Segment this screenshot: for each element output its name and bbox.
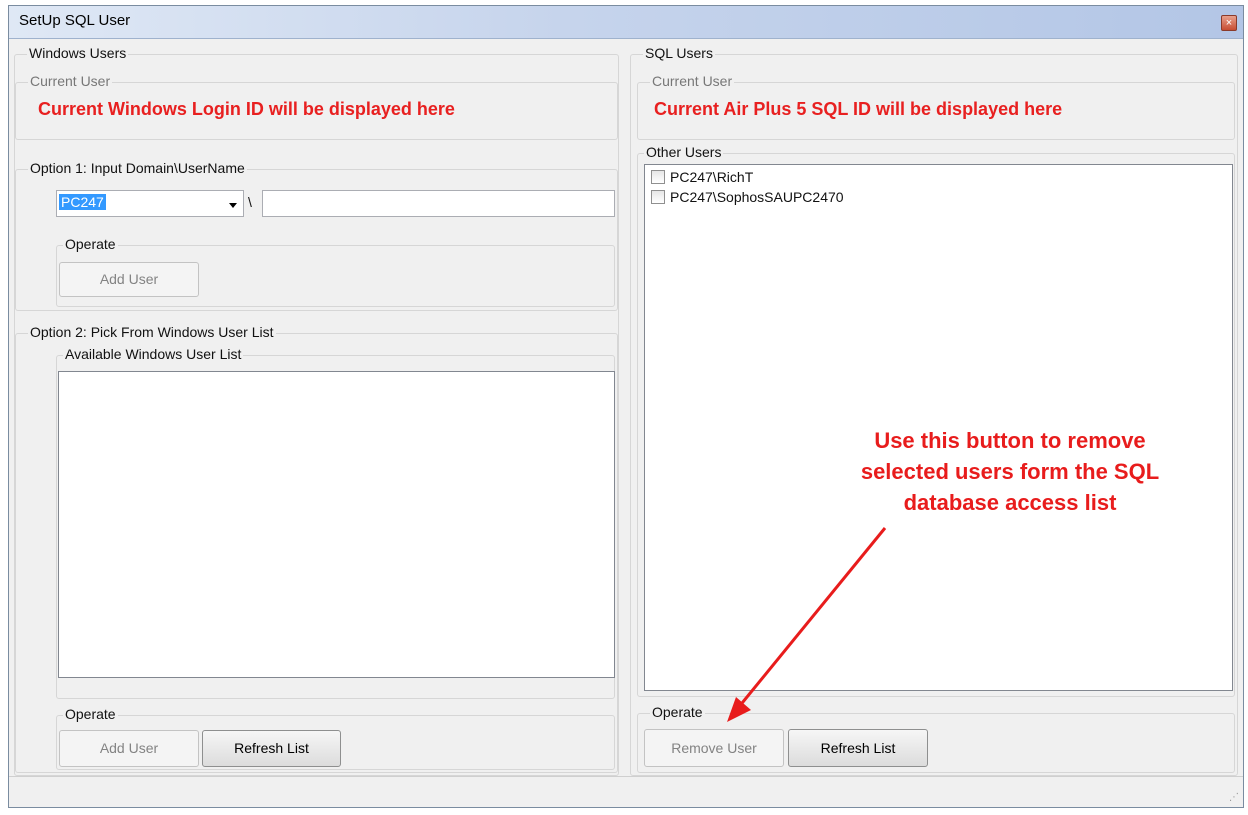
windows-current-user-group: Current User Current Windows Login ID wi… <box>15 73 618 140</box>
add-user-from-list-button[interactable]: Add User <box>59 730 199 767</box>
domain-value: PC247 <box>59 194 106 210</box>
chevron-down-icon[interactable] <box>229 203 237 208</box>
option2-label: Option 2: Pick From Windows User List <box>28 324 276 340</box>
username-input[interactable] <box>262 190 615 217</box>
sql-id-text: Current Air Plus 5 SQL ID will be displa… <box>654 99 1063 119</box>
status-bar: ⋰ <box>9 776 1243 807</box>
sql-current-user-label: Current User <box>650 73 735 89</box>
annotation-line: selected users form the SQL <box>860 459 1160 484</box>
other-users-label: Other Users <box>644 144 724 160</box>
add-user-button[interactable]: Add User <box>59 262 199 297</box>
annotation-callout: Use this button to remove selected users… <box>800 425 1220 518</box>
annotation-line: Use this button to remove <box>874 428 1146 453</box>
windows-user-listbox[interactable] <box>58 371 615 678</box>
domain-combobox[interactable]: PC247 <box>56 190 244 217</box>
refresh-sql-list-button[interactable]: Refresh List <box>788 729 928 767</box>
setup-sql-user-dialog: SetUp SQL User × Windows Users Current U… <box>8 5 1244 808</box>
sql-operate-label: Operate <box>650 704 705 720</box>
list-item[interactable]: PC247\RichT <box>651 169 753 189</box>
list-item[interactable]: PC247\SophosSAUPC2470 <box>651 189 844 209</box>
sql-users-group: SQL Users Current User Current Air Plus … <box>630 45 1238 776</box>
windows-users-label: Windows Users <box>27 45 129 61</box>
resize-grip-icon[interactable]: ⋰ <box>1229 793 1239 803</box>
option1-operate-group: Operate Add User <box>56 236 615 307</box>
windows-login-id-text: Current Windows Login ID will be display… <box>38 99 455 119</box>
domain-separator: \ <box>248 194 252 210</box>
title-bar[interactable]: SetUp SQL User × <box>9 6 1243 39</box>
checkbox[interactable] <box>651 170 665 184</box>
close-icon: × <box>1225 17 1233 29</box>
option2-group: Option 2: Pick From Windows User List Av… <box>15 324 618 773</box>
option1-operate-label: Operate <box>63 236 118 252</box>
option2-operate-group: Operate Add User Refresh List <box>56 706 615 770</box>
checkbox[interactable] <box>651 190 665 204</box>
list-item-label: PC247\RichT <box>670 169 754 185</box>
option2-operate-label: Operate <box>63 706 118 722</box>
list-item-label: PC247\SophosSAUPC2470 <box>670 189 844 205</box>
sql-operate-group: Operate Remove User Refresh List <box>637 704 1235 773</box>
option1-group: Option 1: Input Domain\UserName PC247 \ … <box>15 160 618 311</box>
remove-user-button[interactable]: Remove User <box>644 729 784 767</box>
window-title: SetUp SQL User <box>19 12 131 29</box>
available-users-group: Available Windows User List <box>56 346 615 699</box>
available-users-label: Available Windows User List <box>63 346 244 362</box>
sql-current-user-group: Current User Current Air Plus 5 SQL ID w… <box>637 73 1235 140</box>
refresh-windows-list-button[interactable]: Refresh List <box>202 730 341 767</box>
sql-users-label: SQL Users <box>643 45 715 61</box>
windows-users-group: Windows Users Current User Current Windo… <box>14 45 619 776</box>
option1-label: Option 1: Input Domain\UserName <box>28 160 247 176</box>
annotation-line: database access list <box>903 490 1117 515</box>
windows-current-user-label: Current User <box>28 73 113 89</box>
close-button[interactable]: × <box>1221 15 1237 31</box>
